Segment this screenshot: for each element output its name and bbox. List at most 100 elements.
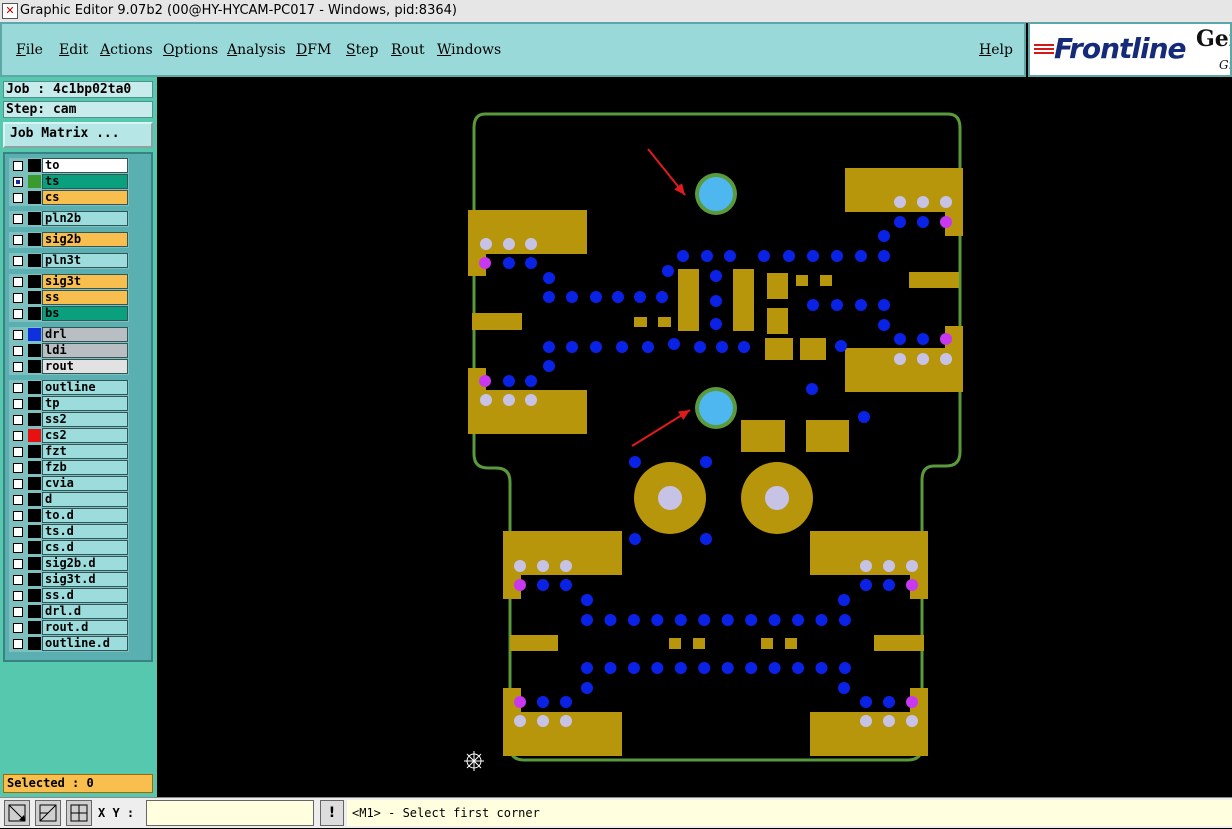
layer-checkbox[interactable] <box>13 277 23 287</box>
layer-row-ss2[interactable]: ss2 <box>9 412 129 428</box>
layer-color-swatch[interactable] <box>28 461 41 474</box>
layer-color-swatch[interactable] <box>28 413 41 426</box>
layer-checkbox[interactable] <box>13 591 23 601</box>
layer-row-rout-d[interactable]: rout.d <box>9 620 129 636</box>
layer-name[interactable]: sig2b <box>42 232 128 247</box>
layer-color-swatch[interactable] <box>28 589 41 602</box>
layer-row-to[interactable]: to <box>9 158 129 174</box>
layer-color-swatch[interactable] <box>28 525 41 538</box>
layer-name[interactable]: tp <box>42 396 128 411</box>
layer-checkbox[interactable] <box>13 161 23 171</box>
layer-color-swatch[interactable] <box>28 621 41 634</box>
menu-edit[interactable]: Edit <box>59 42 88 58</box>
layer-row-drl[interactable]: drl <box>9 327 129 343</box>
layer-checkbox[interactable] <box>13 399 23 409</box>
pcb-view[interactable] <box>157 77 1232 797</box>
layer-color-swatch[interactable] <box>28 291 41 304</box>
layer-checkbox[interactable] <box>13 543 23 553</box>
layer-name[interactable]: cs <box>42 190 128 205</box>
layer-color-swatch[interactable] <box>28 191 41 204</box>
layer-color-swatch[interactable] <box>28 307 41 320</box>
layer-row-sig3t-d[interactable]: sig3t.d <box>9 572 129 588</box>
layer-color-swatch[interactable] <box>28 637 41 650</box>
xy-input[interactable] <box>146 800 314 826</box>
layer-name[interactable]: bs <box>42 306 128 321</box>
layer-color-swatch[interactable] <box>28 493 41 506</box>
layer-name[interactable]: ldi <box>42 343 128 358</box>
layer-checkbox[interactable] <box>13 623 23 633</box>
layer-row-tp[interactable]: tp <box>9 396 129 412</box>
layer-name[interactable]: drl.d <box>42 604 128 619</box>
menu-help[interactable]: Help <box>979 42 1013 58</box>
layer-row-ts[interactable]: ts <box>9 174 129 190</box>
layer-name[interactable]: to <box>42 158 128 173</box>
layer-checkbox[interactable] <box>13 362 23 372</box>
layer-color-swatch[interactable] <box>28 175 41 188</box>
layer-color-swatch[interactable] <box>28 233 41 246</box>
layer-color-swatch[interactable] <box>28 212 41 225</box>
layer-color-swatch[interactable] <box>28 541 41 554</box>
layer-name[interactable]: ts <box>42 174 128 189</box>
menu-analysis[interactable]: Analysis <box>227 42 286 58</box>
menu-windows[interactable]: Windows <box>437 42 501 58</box>
warning-button[interactable]: ! <box>320 800 344 826</box>
layer-checkbox[interactable] <box>13 607 23 617</box>
layer-color-swatch[interactable] <box>28 254 41 267</box>
layer-row-bs[interactable]: bs <box>9 306 129 322</box>
layer-row-pln3t[interactable]: pln3t <box>9 253 129 269</box>
layer-checkbox[interactable] <box>13 293 23 303</box>
layer-name[interactable]: rout.d <box>42 620 128 635</box>
layer-color-swatch[interactable] <box>28 381 41 394</box>
menu-step[interactable]: Step <box>346 42 378 58</box>
layer-checkbox[interactable] <box>13 431 23 441</box>
layer-row-sig3t[interactable]: sig3t <box>9 274 129 290</box>
layer-row-ts-d[interactable]: ts.d <box>9 524 129 540</box>
layer-checkbox[interactable] <box>13 639 23 649</box>
zoom-fit-button[interactable] <box>4 800 30 826</box>
layer-row-outline-d[interactable]: outline.d <box>9 636 129 652</box>
layer-row-ss[interactable]: ss <box>9 290 129 306</box>
layer-checkbox[interactable] <box>13 256 23 266</box>
layer-color-swatch[interactable] <box>28 573 41 586</box>
layer-checkbox[interactable] <box>13 214 23 224</box>
layer-name[interactable]: ss.d <box>42 588 128 603</box>
layer-name[interactable]: sig2b.d <box>42 556 128 571</box>
layer-color-swatch[interactable] <box>28 605 41 618</box>
layer-row-outline[interactable]: outline <box>9 380 129 396</box>
grid-button[interactable] <box>66 800 92 826</box>
layer-checkbox[interactable] <box>13 383 23 393</box>
layer-name[interactable]: cvia <box>42 476 128 491</box>
layer-color-swatch[interactable] <box>28 344 41 357</box>
layer-checkbox[interactable] <box>13 330 23 340</box>
layer-row-d[interactable]: d <box>9 492 129 508</box>
layer-checkbox[interactable] <box>13 463 23 473</box>
layer-name[interactable]: cs2 <box>42 428 128 443</box>
layer-checkbox[interactable] <box>13 479 23 489</box>
layer-row-fzb[interactable]: fzb <box>9 460 129 476</box>
layer-name[interactable]: sig3t <box>42 274 128 289</box>
layer-checkbox[interactable] <box>13 177 23 187</box>
layer-checkbox[interactable] <box>13 527 23 537</box>
layer-checkbox[interactable] <box>13 559 23 569</box>
layer-checkbox[interactable] <box>13 495 23 505</box>
layer-name[interactable]: fzb <box>42 460 128 475</box>
layer-checkbox[interactable] <box>13 235 23 245</box>
job-matrix-button[interactable]: Job Matrix ... <box>3 122 153 148</box>
layer-row-cs-d[interactable]: cs.d <box>9 540 129 556</box>
layer-name[interactable]: drl <box>42 327 128 342</box>
layer-color-swatch[interactable] <box>28 360 41 373</box>
layer-checkbox[interactable] <box>13 415 23 425</box>
menu-actions[interactable]: Actions <box>100 42 153 58</box>
layer-name[interactable]: ss2 <box>42 412 128 427</box>
layer-color-swatch[interactable] <box>28 557 41 570</box>
layer-name[interactable]: rout <box>42 359 128 374</box>
layer-name[interactable]: cs.d <box>42 540 128 555</box>
layer-row-ldi[interactable]: ldi <box>9 343 129 359</box>
layer-row-pln2b[interactable]: pln2b <box>9 211 129 227</box>
layer-name[interactable]: outline <box>42 380 128 395</box>
layer-row-cs2[interactable]: cs2 <box>9 428 129 444</box>
layer-color-swatch[interactable] <box>28 429 41 442</box>
menu-options[interactable]: Options <box>163 42 218 58</box>
layer-checkbox[interactable] <box>13 511 23 521</box>
layer-row-drl-d[interactable]: drl.d <box>9 604 129 620</box>
